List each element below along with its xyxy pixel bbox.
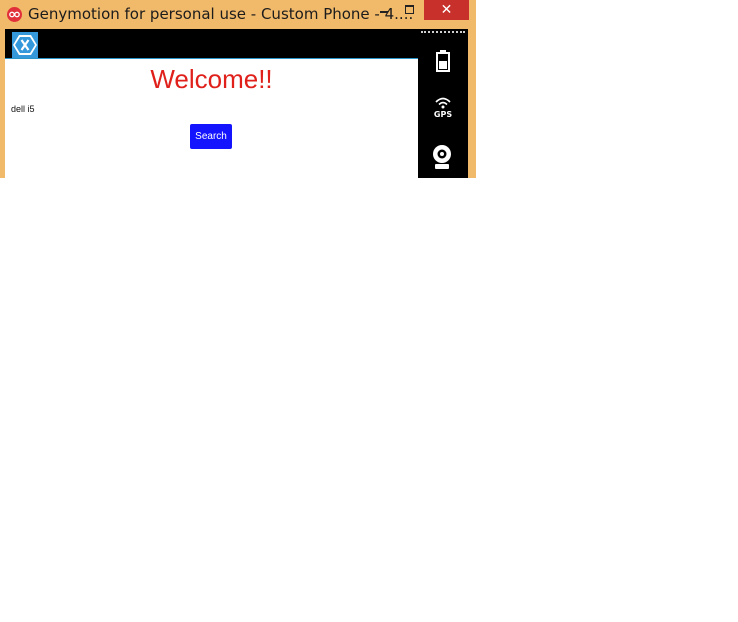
gps-label: GPS <box>433 110 453 119</box>
battery-icon[interactable] <box>433 49 453 73</box>
maximize-button[interactable] <box>398 0 422 20</box>
gps-signal-icon <box>435 97 451 109</box>
close-button[interactable]: ✕ <box>424 0 469 20</box>
phone-screen: Welcome!! dell i5 Search <box>5 29 418 178</box>
minimize-button[interactable] <box>372 0 396 20</box>
search-entry-field[interactable]: dell i5 <box>11 104 35 114</box>
gps-icon[interactable]: GPS <box>428 96 458 120</box>
genymotion-logo-icon <box>7 7 22 22</box>
close-icon: ✕ <box>440 2 453 18</box>
action-bar <box>5 29 418 59</box>
genymotion-window: Genymotion for personal use - Custom Pho… <box>0 0 476 178</box>
search-button[interactable]: Search <box>190 124 232 149</box>
toolbar-grip <box>421 31 465 33</box>
genymotion-toolbar: GPS <box>418 29 468 178</box>
welcome-heading: Welcome!! <box>150 64 273 94</box>
window-right-border <box>468 29 476 178</box>
xamarin-app-icon[interactable] <box>12 32 38 58</box>
window-title: Genymotion for personal use - Custom Pho… <box>28 5 414 23</box>
webcam-icon[interactable] <box>430 143 454 171</box>
title-bar[interactable]: Genymotion for personal use - Custom Pho… <box>0 0 476 28</box>
